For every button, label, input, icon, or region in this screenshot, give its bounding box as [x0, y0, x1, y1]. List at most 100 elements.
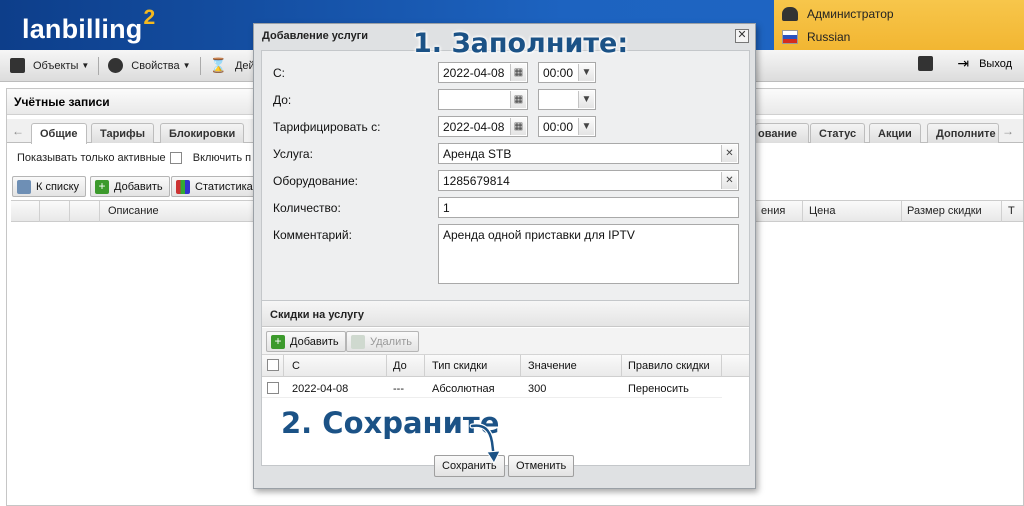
plus-icon: +: [95, 179, 109, 194]
clear-icon[interactable]: ✕: [721, 172, 737, 189]
tab-additional[interactable]: Дополните: [927, 123, 999, 143]
properties-menu[interactable]: Свойства ▼: [102, 55, 196, 77]
service-label: Услуга:: [273, 147, 313, 161]
chevron-down-icon: ▼: [182, 61, 191, 70]
calendar-icon[interactable]: ▦: [510, 118, 526, 135]
row-rule: Переносить: [628, 383, 689, 395]
column-divider: [424, 355, 425, 377]
close-icon[interactable]: ✕: [735, 29, 749, 43]
filter-active-checkbox[interactable]: [169, 152, 182, 165]
step1-annotation: 1. Заполните:: [413, 28, 629, 59]
charge-from-label: Тарифицировать с:: [273, 120, 381, 134]
quantity-field[interactable]: 1: [438, 197, 739, 218]
to-list-button[interactable]: К списку: [12, 176, 87, 197]
column-value[interactable]: Значение: [528, 360, 577, 372]
charge-date-field[interactable]: 2022-04-08 ▦: [438, 116, 528, 137]
quantity-label: Количество:: [273, 201, 341, 215]
calendar-icon[interactable]: ▦: [510, 64, 526, 81]
column-divider: [283, 355, 284, 377]
arrow-annotation-icon: [469, 423, 501, 465]
discount-delete-button[interactable]: Удалить: [346, 331, 419, 352]
tab-scroll-right-icon[interactable]: →: [1001, 124, 1015, 140]
language-label: Russian: [807, 30, 851, 44]
comment-textarea[interactable]: Аренда одной приставки для IPTV: [438, 224, 739, 284]
recycle-icon: [351, 334, 365, 349]
chevron-down-icon[interactable]: ▼: [578, 118, 594, 135]
tab-equipment[interactable]: ование: [755, 123, 809, 143]
tab-promotions[interactable]: Акции: [869, 123, 921, 143]
column-discount-rule[interactable]: Правило скидки: [628, 360, 710, 372]
user-panel: Администратор Russian: [774, 0, 1024, 50]
column-description[interactable]: Описание: [108, 205, 159, 217]
column-divider: [621, 355, 622, 377]
language-selector[interactable]: Russian: [782, 27, 850, 47]
user-menu[interactable]: Администратор: [782, 4, 894, 24]
from-time-value: 00:00: [543, 66, 574, 80]
discounts-grid-header: С До Тип скидки Значение Правило скидки: [262, 355, 749, 377]
save-disk-icon[interactable]: [918, 56, 934, 71]
add-button[interactable]: + Добавить: [90, 176, 170, 197]
toolbar-right: ⇥ Выход: [918, 55, 1012, 72]
column-divider: [721, 355, 722, 377]
lanbilling-logo[interactable]: lanbilling2: [22, 6, 155, 45]
to-label: До:: [273, 93, 292, 107]
discounts-toolbar: + Добавить Удалить: [262, 328, 749, 355]
step2-annotation: 2. Сохраните: [281, 406, 500, 440]
to-list-label: К списку: [36, 180, 80, 193]
user-name: Администратор: [807, 7, 894, 21]
to-date-field[interactable]: ▦: [438, 89, 528, 110]
properties-menu-label: Свойства: [131, 59, 180, 72]
charge-date-value: 2022-04-08: [443, 120, 505, 134]
home-icon: [10, 58, 25, 73]
column-to[interactable]: До: [393, 360, 407, 372]
dialog-title: Добавление услуги: [262, 30, 369, 42]
from-date-field[interactable]: 2022-04-08 ▦: [438, 62, 528, 83]
statistics-button[interactable]: Статистика: [171, 176, 260, 197]
column-divider: [901, 201, 902, 222]
service-field[interactable]: Аренда STB ✕: [438, 143, 739, 164]
table-row[interactable]: 2022-04-08 --- Абсолютная 300 Переносить: [262, 378, 722, 398]
row-checkbox[interactable]: [267, 382, 279, 394]
calendar-icon[interactable]: ▦: [510, 91, 526, 108]
equipment-field[interactable]: 1285679814 ✕: [438, 170, 739, 191]
statistics-label: Статистика: [195, 180, 253, 193]
objects-menu-label: Объекты: [33, 59, 79, 72]
column-discount-size[interactable]: Размер скидки: [907, 205, 982, 217]
clear-icon[interactable]: ✕: [721, 145, 737, 162]
logout-link[interactable]: Выход: [979, 58, 1012, 70]
column-unit[interactable]: ения: [761, 205, 785, 217]
from-date-value: 2022-04-08: [443, 66, 505, 80]
charge-time-field[interactable]: 00:00 ▼: [538, 116, 596, 137]
row-type: Абсолютная: [432, 383, 495, 395]
column-t[interactable]: Т: [1008, 205, 1015, 217]
tab-scroll-left-icon[interactable]: ←: [11, 124, 25, 140]
toolbar-divider: [98, 56, 100, 75]
chevron-down-icon[interactable]: ▼: [578, 91, 594, 108]
from-label: С:: [273, 66, 285, 80]
chevron-down-icon: ▼: [81, 61, 90, 70]
chevron-down-icon[interactable]: ▼: [578, 64, 594, 81]
to-time-field[interactable]: ▼: [538, 89, 596, 110]
objects-menu[interactable]: Объекты ▼: [4, 55, 95, 77]
filter-include-label: Включить п: [192, 152, 252, 164]
discount-add-button[interactable]: + Добавить: [266, 331, 346, 352]
tab-general[interactable]: Общие: [31, 123, 87, 144]
logout-icon[interactable]: ⇥: [957, 55, 969, 72]
comment-value: Аренда одной приставки для IPTV: [443, 228, 635, 242]
column-price[interactable]: Цена: [809, 205, 835, 217]
column-discount-type[interactable]: Тип скидки: [432, 360, 487, 372]
tab-blocks[interactable]: Блокировки: [160, 123, 245, 143]
comment-label: Комментарий:: [273, 228, 352, 242]
cancel-button[interactable]: Отменить: [508, 455, 575, 477]
select-all-checkbox[interactable]: [267, 359, 279, 371]
tab-tariffs[interactable]: Тарифы: [91, 123, 155, 143]
column-divider: [520, 355, 521, 377]
russian-flag-icon: [782, 30, 798, 44]
tab-status[interactable]: Статус: [810, 123, 866, 143]
discount-add-label: Добавить: [290, 335, 339, 348]
bar-chart-icon: [176, 179, 190, 194]
from-time-field[interactable]: 00:00 ▼: [538, 62, 596, 83]
discounts-title: Скидки на услугу: [262, 301, 749, 327]
discount-delete-label: Удалить: [370, 335, 412, 348]
column-from[interactable]: С: [292, 360, 300, 372]
